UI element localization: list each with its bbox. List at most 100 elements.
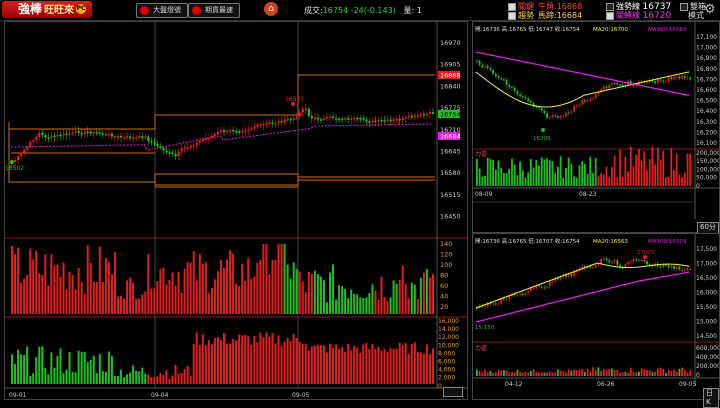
candle-body: [431, 112, 435, 114]
volume-bar: [126, 280, 129, 314]
volume-bar: [198, 254, 201, 314]
volume-bar: [654, 164, 656, 186]
osc-bar: [219, 339, 222, 384]
volume-bar: [532, 369, 535, 376]
volume-bar: [229, 250, 232, 314]
app-logo[interactable]: 強棒 旺旺來 PC: [2, 1, 93, 18]
osc-bar: [50, 352, 53, 384]
volume-bar: [192, 251, 195, 314]
price-tick-label: 16970: [440, 39, 461, 47]
date-label: 09-01: [9, 392, 27, 399]
candle-body: [232, 130, 235, 132]
price-tick-label: 17,000: [696, 261, 717, 268]
volume-bar: [35, 250, 38, 314]
lower-box-line: [8, 153, 435, 183]
osc-bar: [47, 374, 50, 384]
candle-body: [670, 77, 673, 79]
osc-bar: [41, 346, 44, 384]
ohlc-header: 開:16736 高:16765 低:16707 收:16754: [475, 237, 580, 245]
osc-bar: [259, 332, 262, 384]
candle-body: [494, 303, 497, 305]
volume-bar: [368, 292, 371, 314]
candle-body: [298, 112, 301, 117]
volume-bar: [107, 262, 110, 314]
home-icon[interactable]: ⌂: [264, 2, 278, 16]
candle-body: [428, 112, 432, 114]
candle-body: [74, 130, 77, 133]
price-tag-high-text: 16868: [440, 72, 461, 80]
osc-bar: [335, 344, 338, 384]
candle-body: [524, 293, 527, 295]
volume-bar: [189, 262, 192, 314]
volume-bar: [629, 367, 632, 376]
osc-bar: [289, 341, 292, 384]
osc-bar: [195, 332, 198, 384]
volume-bar: [683, 370, 686, 376]
candle-body: [511, 86, 513, 88]
timeframe-daily-button[interactable]: 日K: [703, 388, 719, 408]
volume-bar: [32, 259, 35, 314]
volume-bar: [350, 289, 353, 314]
osc-bar: [413, 342, 416, 384]
quote-label: 成交:: [304, 6, 323, 15]
candle-body: [356, 117, 359, 120]
volume-bar: [492, 159, 494, 186]
osc-bar: [165, 370, 168, 384]
resist-label: 牛角:: [538, 2, 557, 11]
volume-bar: [265, 244, 268, 314]
volume-bar: [425, 269, 428, 314]
key-checkbox[interactable]: [508, 2, 516, 11]
volume-bar: [478, 370, 481, 376]
osc-bar: [62, 373, 65, 384]
main-scroll-button[interactable]: [443, 387, 463, 397]
turn-line-checkbox[interactable]: [606, 11, 614, 20]
volume-tick-label: 600,000: [696, 345, 719, 352]
candle-body: [546, 113, 548, 118]
volume-bar: [562, 370, 565, 376]
dual-box-checkbox[interactable]: [680, 2, 688, 11]
osc-bar: [144, 373, 147, 384]
candle-body: [689, 268, 692, 270]
osc-bar: [353, 345, 356, 384]
candle-body: [183, 147, 186, 149]
volume-bar: [313, 270, 316, 314]
market-light-button[interactable]: 大盤燈號: [136, 3, 188, 18]
candle-body: [540, 108, 543, 111]
right-bottom-chart-panel[interactable]: 開:16736 高:16765 低:16707 收:16754 MA20:1656…: [472, 233, 720, 408]
volume-bar: [101, 281, 104, 314]
trend-checkbox[interactable]: [508, 11, 516, 20]
volume-bar: [578, 165, 581, 186]
volume-bar: [559, 370, 562, 376]
low-marker: [541, 128, 545, 132]
candle-body: [656, 79, 659, 84]
market-light-label: 大盤燈號: [153, 6, 181, 14]
candle-body: [153, 142, 156, 145]
candle-body: [274, 123, 277, 125]
candle-body: [578, 104, 581, 106]
volume-bar: [527, 372, 530, 376]
volume-bar: [589, 156, 592, 186]
candle-body: [329, 116, 332, 118]
gear-icon[interactable]: ⚙: [704, 2, 716, 17]
price-tick-label: 15,500: [696, 304, 717, 311]
candle-body: [659, 79, 662, 81]
candle-body: [575, 105, 578, 107]
main-chart-panel[interactable]: 16970 16905 16840 16775 16710 16645 16580 16515…: [4, 21, 468, 400]
right-top-chart-panel[interactable]: 開:16736 高:16765 低:16747 收:16754 MA20:1670…: [472, 21, 720, 242]
volume-bar: [353, 293, 356, 314]
osc-bar: [347, 343, 350, 384]
volume-bar: [662, 369, 665, 376]
volume-bar: [689, 153, 692, 186]
futures-speed-button[interactable]: 期貨最速: [188, 3, 240, 18]
volume-bar: [500, 370, 503, 376]
volume-bar: [686, 153, 689, 186]
volume-bar: [686, 372, 689, 376]
candle-body: [413, 115, 416, 117]
candle-body: [683, 76, 686, 79]
volume-bar: [646, 370, 648, 376]
osc-bar: [14, 364, 17, 384]
volume-bar: [573, 369, 575, 376]
volume-bar: [44, 254, 47, 314]
strong-line-checkbox[interactable]: [606, 2, 614, 11]
osc-bar: [313, 345, 316, 384]
